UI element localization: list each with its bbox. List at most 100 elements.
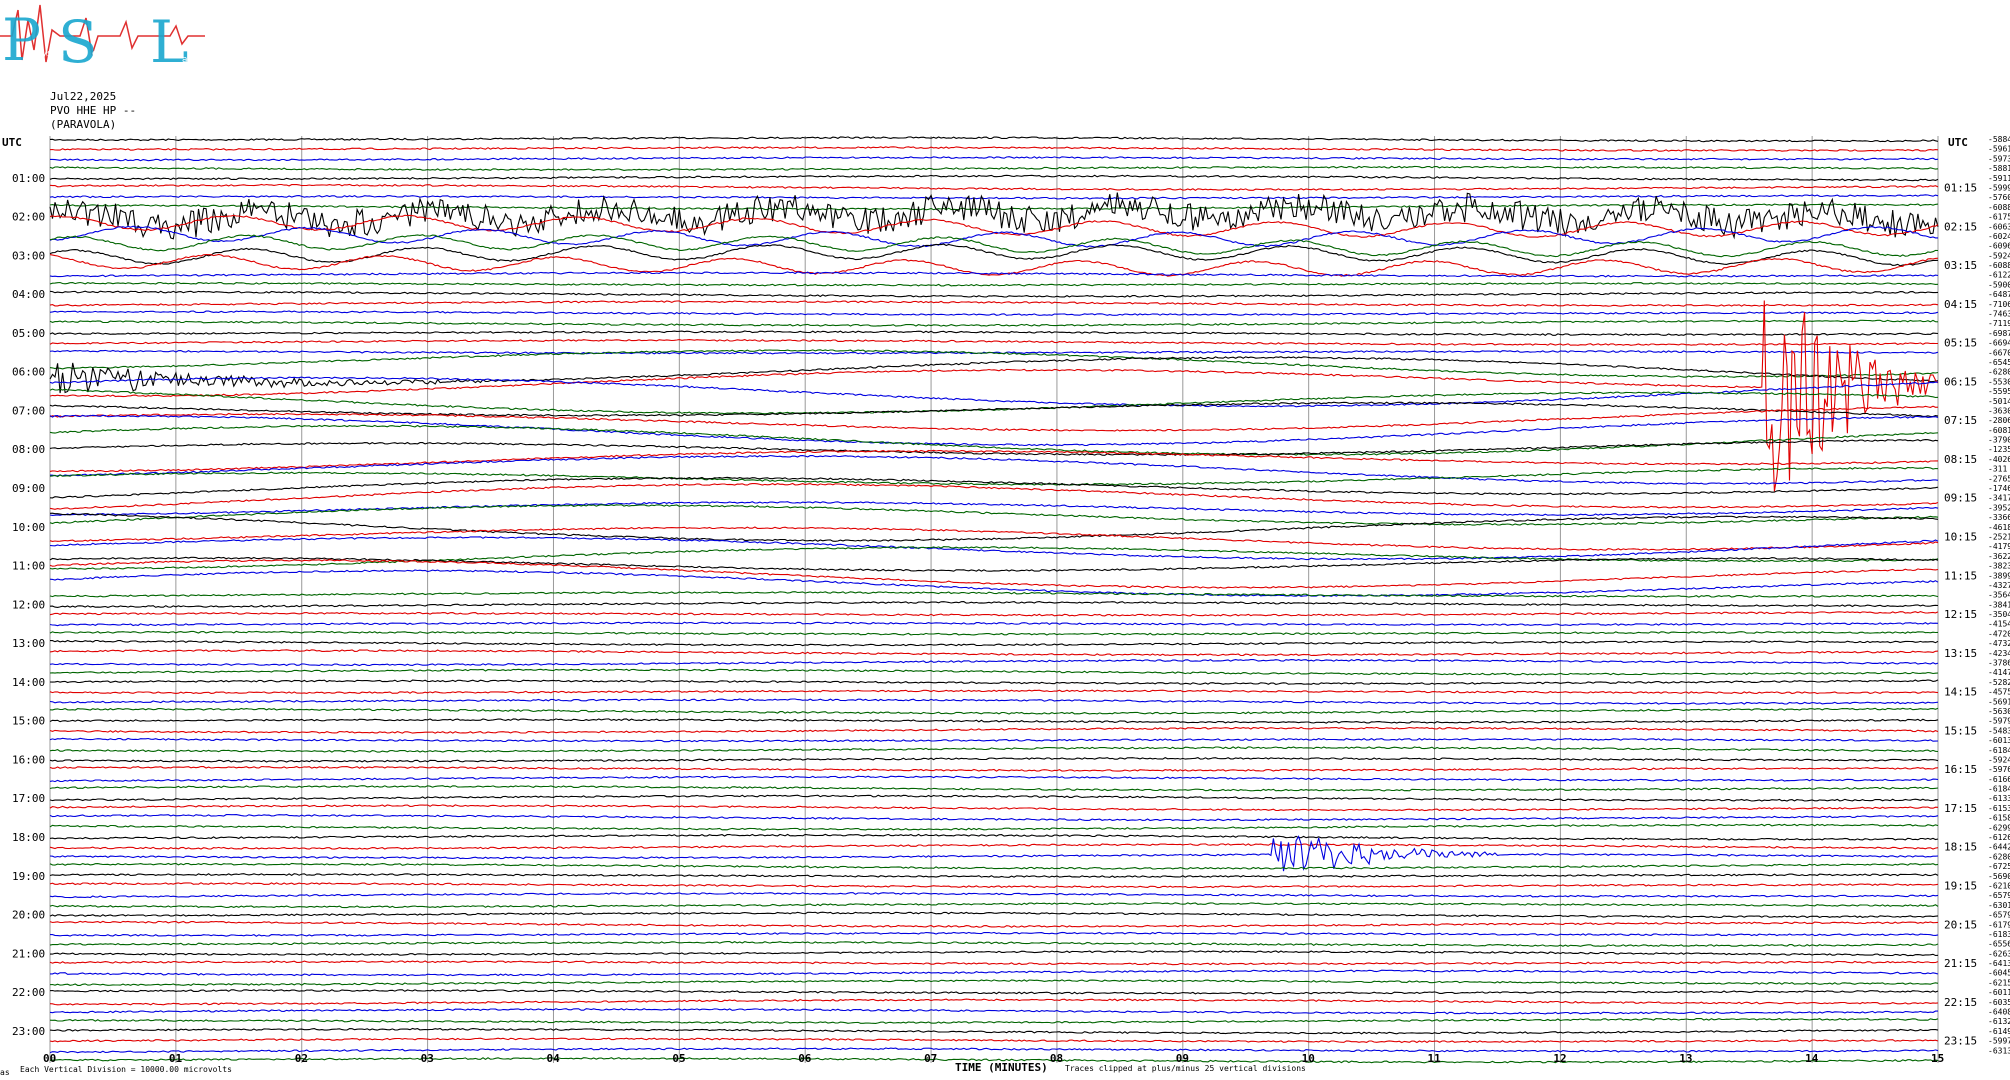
- trace-offset-label: -6313: [1988, 1046, 2010, 1055]
- left-hour-label: 16:00: [12, 753, 45, 766]
- trace-line: [49, 414, 1939, 447]
- left-hour-label: 15:00: [12, 715, 45, 728]
- left-hour-label: 12:00: [12, 598, 45, 611]
- trace-line: [49, 300, 1939, 307]
- trace-offset-label: -7119: [1988, 319, 2010, 328]
- trace-offset-label: -6179: [1988, 920, 2010, 929]
- trace-offset-label: -4179: [1988, 542, 2010, 551]
- trace-line: [49, 630, 1939, 636]
- trace-offset-label: -6035: [1988, 998, 2010, 1007]
- trace-line: [49, 504, 1939, 526]
- trace-offset-label: -6011: [1988, 988, 2010, 997]
- trace-line: [49, 823, 1939, 831]
- trace-line: [49, 536, 1939, 561]
- trace-offset-label: -6694: [1988, 339, 2010, 348]
- right-hour-label: 02:15: [1944, 220, 1977, 233]
- trace-line: [49, 833, 1939, 841]
- trace-offset-label: -6299: [1988, 823, 2010, 832]
- trace-offset-label: -6024: [1988, 232, 2010, 241]
- trace-offset-label: -6670: [1988, 348, 2010, 357]
- trace-offset-label: -2521: [1988, 532, 2010, 541]
- trace-line: [49, 174, 1939, 182]
- trace-offset-label: -6081: [1988, 426, 2010, 435]
- trace-offset-label: -6013: [1988, 736, 2010, 745]
- trace-offset-label: -6408: [1988, 1008, 2010, 1017]
- trace-line: [49, 658, 1939, 667]
- trace-offset-label: -6132: [1988, 1017, 2010, 1026]
- trace-offset-label: -6280: [1988, 852, 2010, 861]
- trace-offset-label: -1235: [1988, 445, 2010, 454]
- trace-line: [50, 156, 1939, 162]
- seismic-traces: [49, 136, 1939, 1064]
- right-hour-label: 13:15: [1944, 647, 1977, 660]
- trace-line: [49, 194, 1939, 200]
- trace-line: [49, 737, 1939, 743]
- trace-offset-label: -6166: [1988, 775, 2010, 784]
- trace-offset-label: -5961: [1988, 145, 2010, 154]
- trace-offset-label: -6725: [1988, 862, 2010, 871]
- trace-offset-label: -6158: [1988, 814, 2010, 823]
- trace-line: [49, 765, 1939, 772]
- x-tick-label: 06: [798, 1052, 812, 1065]
- trace-line: [49, 319, 1939, 327]
- trace-line: [49, 756, 1939, 763]
- trace-offset-label: -3952: [1988, 503, 2010, 512]
- right-hour-label: 06:15: [1944, 375, 1977, 388]
- right-hour-label: 10:15: [1944, 530, 1977, 543]
- right-hour-label: 12:15: [1944, 608, 1977, 621]
- left-hour-label: 01:00: [12, 172, 45, 185]
- x-tick-label: 12: [1553, 1052, 1566, 1065]
- trace-offset-label: -6215: [1988, 978, 2010, 987]
- right-hour-label: 01:15: [1944, 181, 1977, 194]
- trace-line: [49, 146, 1939, 152]
- trace-line: [49, 718, 1939, 724]
- trace-offset-label: -4575: [1988, 688, 2010, 697]
- trace-line: [49, 998, 1939, 1006]
- right-hour-label: 05:15: [1944, 337, 1977, 350]
- trace-offset-label: -3622: [1988, 552, 2010, 561]
- division-note: Each Vertical Division = 10000.00 microv…: [20, 1065, 232, 1074]
- trace-line: [50, 950, 1939, 957]
- trace-line: [49, 356, 1939, 394]
- right-hour-label: 20:15: [1944, 918, 1977, 931]
- trace-line: [49, 804, 1939, 812]
- trace-line: [49, 960, 1939, 966]
- left-hour-label: 11:00: [12, 560, 45, 573]
- right-hour-label: 23:15: [1944, 1035, 1977, 1048]
- trace-line: [49, 902, 1939, 909]
- trace-offset-label: -3790: [1988, 436, 2010, 445]
- right-hour-label: 15:15: [1944, 724, 1977, 737]
- right-hour-label: 08:15: [1944, 453, 1977, 466]
- trace-line: [49, 775, 1939, 783]
- trace-line: [49, 1027, 1939, 1035]
- trace-offset-labels: -5884-5961-5973-5881-5911-5999-5760-6088…: [1988, 135, 2010, 1055]
- trace-offset-label: -6175: [1988, 213, 2010, 222]
- right-hour-label: 21:15: [1944, 957, 1977, 970]
- trace-offset-label: -5282: [1988, 678, 2010, 687]
- trace-offset-label: -3366: [1988, 513, 2010, 522]
- trace-line: [49, 1017, 1939, 1024]
- x-tick-label: 15: [1931, 1052, 1944, 1065]
- right-hour-labels: 01:15 02:15 03:15 04:15 05:15 06:15 07:15 08:15…: [1944, 181, 1977, 1047]
- trace-line: [49, 512, 1939, 542]
- trace-offset-label: -5911: [1988, 174, 2010, 183]
- right-hour-label: 19:15: [1944, 879, 1977, 892]
- trace-offset-label: -3786: [1988, 659, 2010, 668]
- trace-line: [49, 668, 1939, 676]
- trace-offset-label: -6122: [1988, 271, 2010, 280]
- x-tick-label: 07: [924, 1052, 937, 1065]
- trace-line: [49, 794, 1939, 802]
- trace-offset-label: -5881: [1988, 164, 2010, 173]
- x-tick-label: 01: [169, 1052, 183, 1065]
- right-hour-label: 22:15: [1944, 996, 1977, 1009]
- trace-offset-label: -6280: [1988, 368, 2010, 377]
- trace-offset-label: -3841: [1988, 600, 2010, 609]
- x-tick-label: 11: [1428, 1052, 1442, 1065]
- trace-line: [49, 183, 1939, 191]
- trace-offset-label: -4732: [1988, 639, 2010, 648]
- left-hour-labels: 01:00 02:00 03:00 04:00 05:00 06:00 07:00 08:00…: [12, 172, 45, 1038]
- trace-offset-label: -6045: [1988, 969, 2010, 978]
- trace-offset-label: -7106: [1988, 300, 2010, 309]
- trace-line: [49, 454, 1939, 485]
- trace-line: [49, 920, 1939, 928]
